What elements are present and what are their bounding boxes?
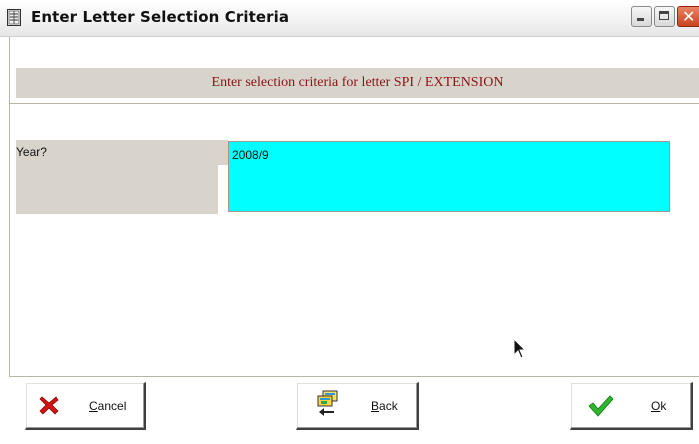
year-label-notch: [218, 140, 228, 165]
red-x-icon: [39, 396, 59, 415]
criteria-banner-text: Enter selection criteria for letter SPI …: [211, 75, 504, 90]
dialog-content: Enter selection criteria for letter SPI …: [0, 37, 699, 444]
document-icon: [7, 9, 21, 26]
cancel-button-label: Cancel: [89, 399, 127, 413]
title-bar[interactable]: Enter Letter Selection Criteria ✕: [0, 0, 699, 37]
header-divider: [10, 103, 699, 104]
ok-button[interactable]: Ok: [570, 382, 693, 430]
year-label: Year?: [16, 145, 47, 159]
mouse-pointer-icon: [513, 338, 527, 359]
minimize-button[interactable]: [631, 6, 652, 27]
criteria-banner: Enter selection criteria for letter SPI …: [16, 68, 699, 98]
left-divider: [9, 37, 10, 377]
ok-button-label: Ok: [651, 399, 667, 413]
close-icon: ✕: [682, 7, 696, 26]
back-button[interactable]: Back: [296, 382, 419, 430]
maximize-button[interactable]: [654, 6, 675, 27]
green-checkmark-icon: [588, 395, 614, 417]
window-title: Enter Letter Selection Criteria: [31, 8, 290, 26]
back-button-label: Back: [371, 399, 398, 413]
close-button[interactable]: ✕: [677, 6, 699, 27]
cancel-button[interactable]: Cancel: [25, 382, 146, 430]
folders-back-arrow-icon: [317, 390, 338, 416]
year-input[interactable]: 2008/9: [228, 141, 670, 212]
dialog-window: Enter Letter Selection Criteria ✕ Enter …: [0, 0, 699, 444]
footer-divider: [10, 376, 699, 377]
